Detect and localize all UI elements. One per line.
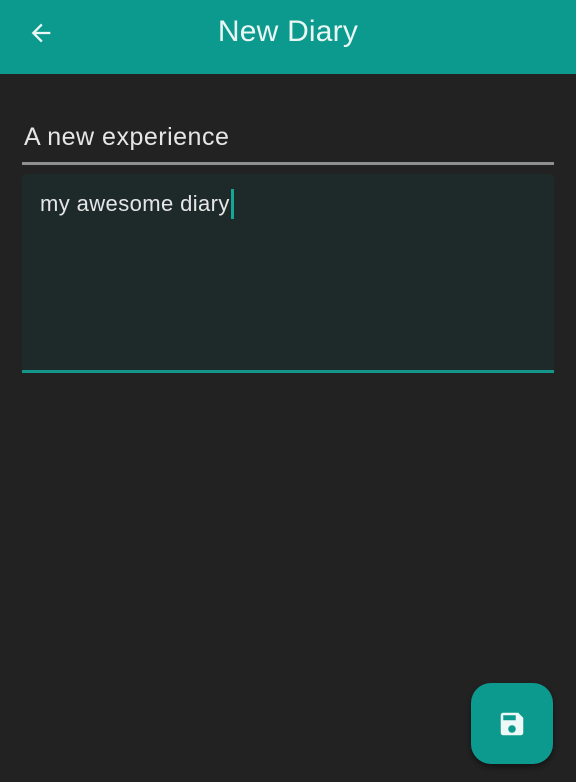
new-diary-screen: New Diary my awesome diary	[0, 0, 576, 782]
diary-body-text-area[interactable]: my awesome diary	[40, 189, 234, 219]
title-underline	[22, 162, 554, 165]
body-underline	[22, 370, 554, 373]
save-button[interactable]	[471, 683, 553, 764]
diary-title-input[interactable]	[22, 105, 554, 161]
app-bar: New Diary	[0, 0, 576, 74]
diary-body-text: my awesome diary	[40, 191, 230, 216]
page-title: New Diary	[217, 15, 359, 48]
diary-title-field[interactable]	[22, 105, 554, 165]
text-cursor	[230, 189, 234, 219]
save-icon	[497, 709, 527, 739]
diary-body-field[interactable]: my awesome diary	[22, 174, 554, 373]
